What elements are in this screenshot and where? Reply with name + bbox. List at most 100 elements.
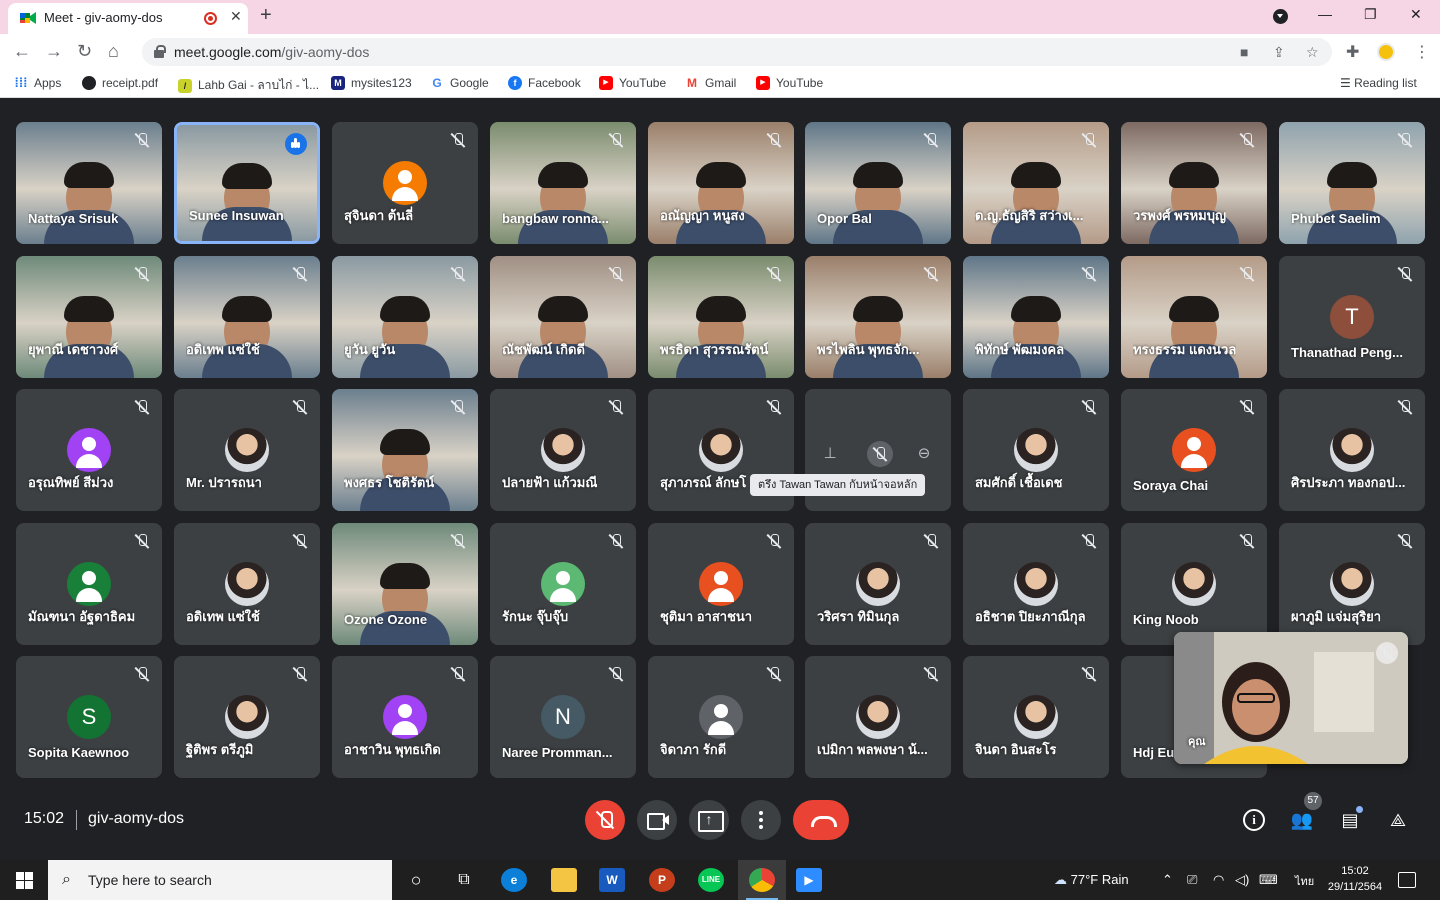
reading-list[interactable]: ☰ Reading list — [1340, 76, 1417, 90]
participant-tile[interactable]: ศิรประภา ทองกอป... — [1279, 389, 1425, 511]
participant-tile[interactable]: Nattaya Srisuk — [16, 122, 162, 244]
participant-tile[interactable]: Phubet Saelim — [1279, 122, 1425, 244]
leave-call-button[interactable] — [793, 800, 849, 840]
pin-icon[interactable]: ⊥ — [817, 441, 843, 467]
participant-tile[interactable]: Ozone Ozone — [332, 523, 478, 645]
bookmark-star-icon[interactable]: ☆ — [1306, 44, 1319, 61]
participant-tile[interactable]: มัณฑนา อัฐดาธิคม — [16, 523, 162, 645]
bookmark-youtube-2[interactable]: ▶ YouTube — [756, 76, 823, 90]
participant-tile[interactable]: อรุณทิพย์ สีม่วง — [16, 389, 162, 511]
microphone-off-button[interactable] — [585, 800, 625, 840]
tab-meet[interactable]: Meet - giv-aomy-dos ✕ — [8, 3, 248, 34]
participant-tile[interactable]: S Sopita Kaewnoo — [16, 656, 162, 778]
participant-tile[interactable]: อดิเทพ แซ่ใช้ — [174, 523, 320, 645]
word-icon[interactable]: W — [599, 868, 625, 892]
participant-tile[interactable]: ยูวัน ยูวัน — [332, 256, 478, 378]
remove-participant-icon[interactable]: ⊖ — [911, 441, 937, 467]
keyboard-icon[interactable]: ⌨ — [1259, 872, 1278, 888]
participant-tile[interactable]: อาชาวิน พุทธเกิด — [332, 656, 478, 778]
bookmark-apps[interactable]: ⁞⁞⁞ Apps — [14, 76, 62, 91]
chrome-icon[interactable] — [749, 868, 775, 892]
participant-tile[interactable]: พิทักษ์ พัฒมงคล — [963, 256, 1109, 378]
forward-icon[interactable]: → — [45, 41, 63, 61]
bookmark-mysites[interactable]: Mmysites123 — [331, 76, 412, 90]
file-explorer-icon[interactable] — [551, 868, 577, 892]
new-tab-button[interactable]: + — [260, 4, 272, 27]
taskbar-search-box[interactable]: ⌕ Type here to search — [48, 860, 392, 900]
participant-tile[interactable]: ปลายฟ้า แก้วมณี — [490, 389, 636, 511]
participant-tile[interactable]: ฐิติพร ตรีภูมิ — [174, 656, 320, 778]
profile-avatar[interactable] — [1377, 43, 1395, 61]
bookmark-youtube-1[interactable]: ▶ YouTube — [599, 76, 666, 90]
task-view-icon[interactable]: ⧉ — [451, 868, 477, 892]
participant-tile[interactable]: ณัชพัฒน์ เกิดดี — [490, 256, 636, 378]
self-view-tile[interactable]: คุณ — [1174, 632, 1408, 764]
line-icon[interactable]: LINE — [698, 868, 724, 892]
participant-tile[interactable]: สมศักดิ์ เชื้อเดช — [963, 389, 1109, 511]
activities-icon[interactable]: ⟁ — [1384, 806, 1412, 834]
address-bar[interactable]: meet.google.com/giv-aomy-dos ■ ⇪ ☆ — [142, 38, 1332, 66]
participant-tile[interactable]: bangbaw ronna... — [490, 122, 636, 244]
browser-menu-icon[interactable]: ⋮ — [1414, 42, 1430, 62]
bookmark-receipt[interactable]: receipt.pdf — [82, 76, 158, 90]
participant-tile[interactable]: ยุพาณี เดชาวงศ์ — [16, 256, 162, 378]
lock-icon[interactable] — [154, 45, 166, 58]
show-hidden-icons-icon[interactable]: ⌃ — [1162, 872, 1173, 888]
participant-tile[interactable]: ด.ญ.ธัญสิริ สว่างเ... — [963, 122, 1109, 244]
participant-tile[interactable]: พงศธร โชติรัตน์ — [332, 389, 478, 511]
participant-tile[interactable]: T Thanathad Peng... — [1279, 256, 1425, 378]
camera-button[interactable] — [637, 800, 677, 840]
participant-tile[interactable]: Soraya Chai — [1121, 389, 1267, 511]
participant-tile[interactable]: ชุติมา อาสาชนา — [648, 523, 794, 645]
meet-tray-icon[interactable]: ⎚ — [1187, 872, 1197, 888]
participant-tile[interactable]: สุจินดา ต้นลี่ — [332, 122, 478, 244]
extensions-icon[interactable]: ✚ — [1346, 42, 1359, 62]
minimize-button[interactable]: — — [1318, 6, 1332, 22]
notification-center-icon[interactable] — [1398, 872, 1416, 888]
tab-search-icon[interactable] — [1273, 9, 1288, 24]
bookmark-google[interactable]: G Google — [430, 76, 488, 90]
participant-tile[interactable]: วริศรา ทิมินกุล — [805, 523, 951, 645]
reload-icon[interactable]: ↻ — [77, 41, 92, 61]
participant-tile[interactable]: N Naree Promman... — [490, 656, 636, 778]
wifi-icon[interactable]: ◠ — [1213, 872, 1224, 888]
bookmark-gmail[interactable]: M Gmail — [685, 76, 736, 90]
back-icon[interactable]: ← — [13, 41, 31, 61]
participant-tile[interactable]: อธิชาต ปิยะภาณีกุล — [963, 523, 1109, 645]
share-icon[interactable]: ⇪ — [1273, 44, 1285, 61]
participant-tile[interactable]: วรพงศ์ พรหมบุญ — [1121, 122, 1267, 244]
home-icon[interactable]: ⌂ — [108, 41, 119, 61]
participant-tile[interactable]: พรไพลิน พุทธจัก... — [805, 256, 951, 378]
zoom-icon[interactable]: ▶ — [796, 868, 822, 892]
participant-tile[interactable]: อดิเทพ แซ่ใช้ — [174, 256, 320, 378]
cortana-icon[interactable]: ○ — [403, 868, 429, 892]
weather-widget[interactable]: ☁ 77°F Rain — [1054, 872, 1129, 888]
present-screen-button[interactable] — [689, 799, 729, 840]
volume-icon[interactable]: ◁) — [1235, 872, 1249, 888]
participant-tile[interactable]: รักนะ จุ๊บจุ๊บ — [490, 523, 636, 645]
close-window-button[interactable]: ✕ — [1410, 6, 1422, 23]
camera-in-use-icon[interactable]: ■ — [1240, 44, 1248, 60]
language-indicator[interactable]: ไทย — [1295, 872, 1314, 890]
participant-tile[interactable]: King Noob — [1121, 523, 1267, 645]
people-icon[interactable]: 👥 — [1288, 806, 1316, 834]
participant-tile[interactable]: Mr. ปรารถนา — [174, 389, 320, 511]
participant-tile[interactable]: อณัญญา หนูสง — [648, 122, 794, 244]
participant-tile[interactable]: จินดา อินสะโร — [963, 656, 1109, 778]
participant-tile[interactable]: ผาภูมิ แจ่มสุริยา — [1279, 523, 1425, 645]
participant-tile[interactable]: จิดาภา รักดี — [648, 656, 794, 778]
participant-tile[interactable]: Opor Bal — [805, 122, 951, 244]
participant-tile[interactable]: เปมิกา พลพงษา น้... — [805, 656, 951, 778]
participant-tile[interactable]: Sunee Insuwan — [174, 122, 320, 244]
mute-participant-icon[interactable] — [867, 441, 893, 467]
meeting-details-icon[interactable]: i — [1243, 809, 1265, 831]
windows-start-icon[interactable] — [16, 872, 33, 889]
bookmark-lahb-gai[interactable]: / Lahb Gai - ลาบไก่ - ไ... — [178, 76, 319, 95]
participant-tile[interactable]: ทรงธรรม แดงนวล — [1121, 256, 1267, 378]
participant-tile[interactable]: พรธิดา สุวรรณรัตน์ — [648, 256, 794, 378]
powerpoint-icon[interactable]: P — [649, 868, 675, 892]
restore-button[interactable]: ❐ — [1364, 6, 1377, 23]
tab-close-icon[interactable]: ✕ — [230, 8, 242, 25]
more-options-button[interactable] — [741, 800, 781, 840]
taskbar-clock[interactable]: 15:02 29/11/2564 — [1326, 863, 1384, 895]
